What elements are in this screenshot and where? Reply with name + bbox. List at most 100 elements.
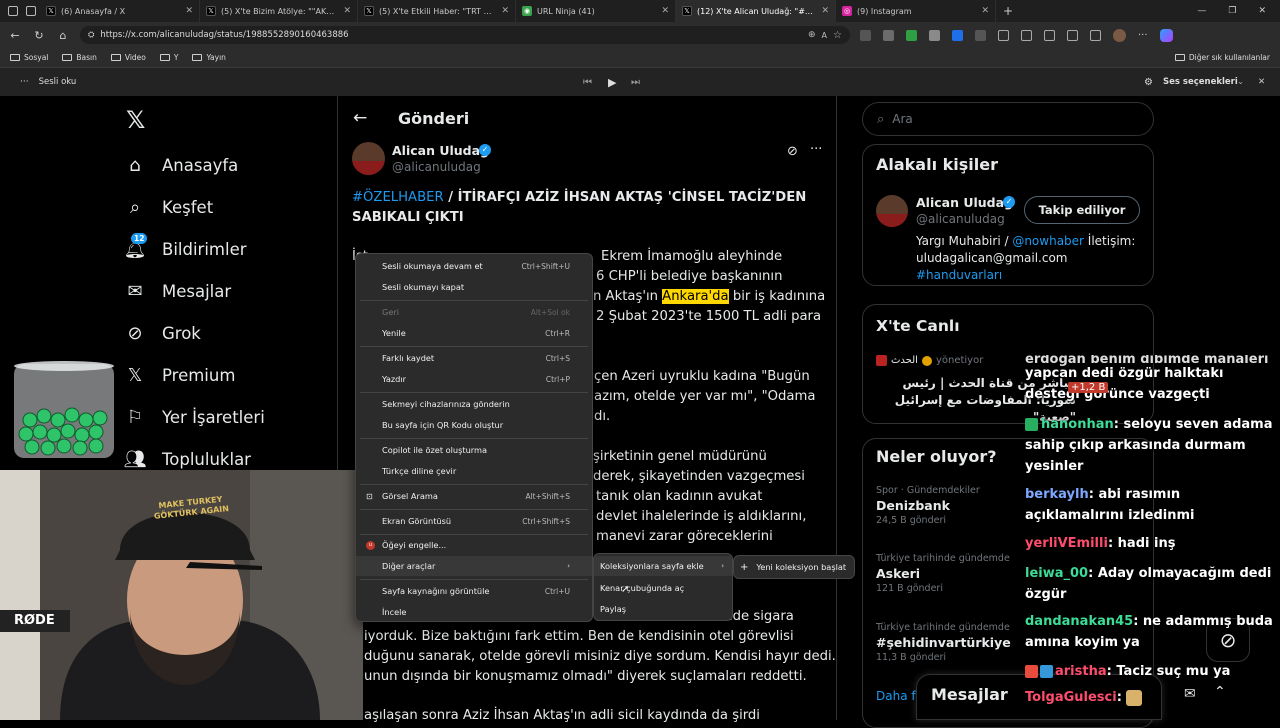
previous-icon[interactable]: ⏮ bbox=[583, 77, 592, 88]
refresh-icon[interactable]: ↻ bbox=[32, 29, 46, 42]
tab[interactable]: 𝕏 (5) X'te Etkili Haber: "TRT Haber, İ ✕ bbox=[358, 0, 516, 22]
home-icon[interactable]: ⌂ bbox=[56, 29, 70, 42]
live-host[interactable]: الحدث yönetiyor bbox=[876, 355, 983, 366]
menu-item-stop-reading[interactable]: Sesli okumayı kapat bbox=[356, 277, 592, 297]
menu-item-open-sidebar[interactable]: Kenar çubuğunda aç bbox=[594, 578, 732, 598]
nav-item-communities[interactable]: 👥︎ Topluluklar bbox=[124, 448, 251, 470]
avatar[interactable] bbox=[352, 142, 385, 175]
tab-actions-icon[interactable] bbox=[26, 6, 36, 16]
avatar[interactable] bbox=[876, 195, 908, 227]
hashtag-link[interactable]: #ÖZELHABER bbox=[352, 190, 444, 205]
extension-icon[interactable] bbox=[1090, 29, 1101, 41]
extension-icon[interactable] bbox=[1067, 29, 1078, 41]
close-icon[interactable]: ✕ bbox=[821, 6, 829, 16]
menu-item-add-to-collections[interactable]: Koleksiyonlara sayfa ekle › bbox=[594, 556, 732, 576]
voice-options-icon[interactable]: ⚙ bbox=[1144, 77, 1153, 88]
search-bar[interactable]: ⌕ Ara bbox=[862, 102, 1154, 136]
close-icon[interactable]: ✕ bbox=[661, 6, 669, 16]
menu-item-save-as[interactable]: Farklı kaydet Ctrl+S bbox=[356, 348, 592, 368]
extension-icon[interactable] bbox=[860, 29, 871, 41]
menu-item-qr-code[interactable]: Bu sayfa için QR Kodu oluştur bbox=[356, 415, 592, 435]
extension-icon[interactable] bbox=[929, 29, 940, 41]
voice-options-button[interactable]: Ses seçenekleri bbox=[1163, 77, 1238, 87]
trend-item[interactable]: Türkiye tarihinde gündemde #şehidinvartü… bbox=[876, 622, 1011, 663]
more-icon[interactable]: ··· bbox=[810, 142, 822, 157]
extension-icon[interactable] bbox=[906, 29, 917, 41]
bookmark-folder[interactable]: Yayın bbox=[192, 53, 226, 62]
close-icon[interactable]: ✕ bbox=[343, 6, 351, 16]
menu-item-translate[interactable]: Türkçe diline çevir bbox=[356, 461, 592, 481]
nav-item-explore[interactable]: ⌕ Keşfet bbox=[124, 196, 213, 218]
menu-item-more-tools[interactable]: Diğer araçlar › bbox=[356, 556, 592, 576]
play-icon[interactable]: ▶ bbox=[608, 76, 616, 89]
zoom-icon[interactable]: ⊕ bbox=[808, 30, 816, 40]
bookmark-folder[interactable]: Basın bbox=[62, 53, 97, 62]
maximize-button[interactable]: ❐ bbox=[1228, 6, 1236, 16]
menu-item-copilot-summary[interactable]: Copilot ile özet oluşturma bbox=[356, 440, 592, 460]
chevron-down-icon[interactable]: ⌄ bbox=[1237, 77, 1244, 87]
menu-item-continue-reading[interactable]: Sesli okumaya devam et Ctrl+Shift+U bbox=[356, 256, 592, 276]
close-icon[interactable]: ✕ bbox=[185, 6, 193, 16]
grok-icon[interactable]: ⊘ bbox=[787, 144, 798, 159]
bio-link[interactable]: @nowhaber bbox=[1012, 234, 1084, 248]
back-icon[interactable]: ← bbox=[8, 29, 22, 42]
avatar[interactable] bbox=[1113, 28, 1126, 42]
split-screen-icon[interactable] bbox=[998, 29, 1009, 41]
favorites-icon[interactable] bbox=[1021, 29, 1032, 41]
nav-item-home[interactable]: ⌂ Anasayfa bbox=[124, 154, 238, 176]
copilot-icon[interactable] bbox=[1159, 28, 1173, 42]
close-icon[interactable]: ✕ bbox=[501, 6, 509, 16]
extension-icon[interactable] bbox=[883, 29, 894, 41]
menu-item-share[interactable]: Paylaş bbox=[594, 599, 732, 619]
more-icon[interactable]: ··· bbox=[0, 77, 29, 87]
minimize-button[interactable]: — bbox=[1197, 6, 1206, 16]
collections-icon[interactable] bbox=[1044, 29, 1055, 41]
favorite-star-icon[interactable]: ☆ bbox=[833, 30, 850, 41]
menu-item-block-element[interactable]: u Öğeyi engelle... bbox=[356, 535, 592, 555]
menu-item-view-source[interactable]: Sayfa kaynağını görüntüle Ctrl+U bbox=[356, 581, 592, 601]
menu-item-reload[interactable]: Yenile Ctrl+R bbox=[356, 323, 592, 343]
x-logo-icon[interactable]: 𝕏 bbox=[126, 106, 145, 134]
author-name[interactable]: Alican Uludağ bbox=[392, 143, 489, 158]
site-info-icon[interactable]: ⛭ bbox=[88, 30, 94, 40]
next-icon[interactable]: ⏭ bbox=[631, 77, 640, 88]
close-icon[interactable]: ✕ bbox=[1258, 77, 1265, 87]
trend-item[interactable]: Türkiye tarihinde gündemde Askeri 121 B … bbox=[876, 553, 1010, 594]
more-icon[interactable]: ··· bbox=[1138, 30, 1148, 41]
menu-item-new-collection[interactable]: + Yeni koleksiyon başlat bbox=[734, 557, 854, 577]
search-input[interactable]: Ara bbox=[892, 112, 913, 126]
tab[interactable]: ◉ URL Ninja (41) ✕ bbox=[516, 0, 676, 22]
person-handle[interactable]: @alicanuludag bbox=[916, 212, 1005, 226]
close-icon[interactable]: ✕ bbox=[981, 6, 989, 16]
menu-item-inspect[interactable]: İncele bbox=[356, 602, 592, 622]
person-name[interactable]: Alican Uludağ bbox=[916, 195, 1013, 210]
nav-item-bookmarks[interactable]: ⚐ Yer İşaretleri bbox=[124, 406, 265, 428]
trend-item[interactable]: Spor · Gündemdekiler Denizbank 24,5 B gö… bbox=[876, 485, 980, 526]
tab[interactable]: 𝕏 (6) Anasayfa / X ✕ bbox=[40, 0, 200, 22]
bookmark-folder[interactable]: Sosyal bbox=[10, 53, 48, 62]
nav-item-notifications[interactable]: 🔔︎ 12 Bildirimler bbox=[124, 233, 247, 260]
nav-item-grok[interactable]: ⊘ Grok bbox=[124, 322, 200, 344]
read-aloud-icon[interactable]: A bbox=[822, 31, 827, 40]
menu-item-screenshot[interactable]: Ekran Görüntüsü Ctrl+Shift+S bbox=[356, 511, 592, 531]
menu-item-send-tab[interactable]: Sekmeyi cihazlarınıza gönderin bbox=[356, 394, 592, 414]
close-window-button[interactable]: ✕ bbox=[1258, 6, 1266, 16]
bio-hashtag[interactable]: #handuvarları bbox=[916, 268, 1002, 282]
extension-icon[interactable] bbox=[975, 29, 986, 41]
menu-item-print[interactable]: Yazdır Ctrl+P bbox=[356, 369, 592, 389]
nav-item-messages[interactable]: ✉ Mesajlar bbox=[124, 280, 231, 302]
extension-icon[interactable] bbox=[952, 29, 963, 41]
url-field[interactable]: ⛭ https://x.com/alicanuludag/status/1988… bbox=[80, 26, 850, 44]
menu-item-visual-search[interactable]: ⊡ Görsel Arama Alt+Shift+S bbox=[356, 486, 592, 506]
tab[interactable]: 𝕏 (5) X'te Bizim Atölye: ""AKP ve MHP ✕ bbox=[200, 0, 358, 22]
following-button[interactable]: Takip ediliyor bbox=[1024, 196, 1140, 224]
bookmark-folder[interactable]: Y bbox=[159, 53, 178, 62]
bookmark-folder[interactable]: Video bbox=[110, 53, 146, 62]
tab-active[interactable]: 𝕏 (12) X'te Alican Uludağ: "#ÖZELH ✕ bbox=[676, 0, 836, 22]
back-arrow-icon[interactable]: ← bbox=[353, 108, 367, 128]
new-tab-button[interactable]: + bbox=[996, 4, 1020, 18]
other-bookmarks[interactable]: Diğer sık kullanılanlar bbox=[1174, 53, 1280, 62]
nav-item-premium[interactable]: 𝕏 Premium bbox=[124, 364, 236, 386]
tab[interactable]: ◎ (9) Instagram ✕ bbox=[836, 0, 996, 22]
profile-icon[interactable] bbox=[8, 6, 18, 16]
